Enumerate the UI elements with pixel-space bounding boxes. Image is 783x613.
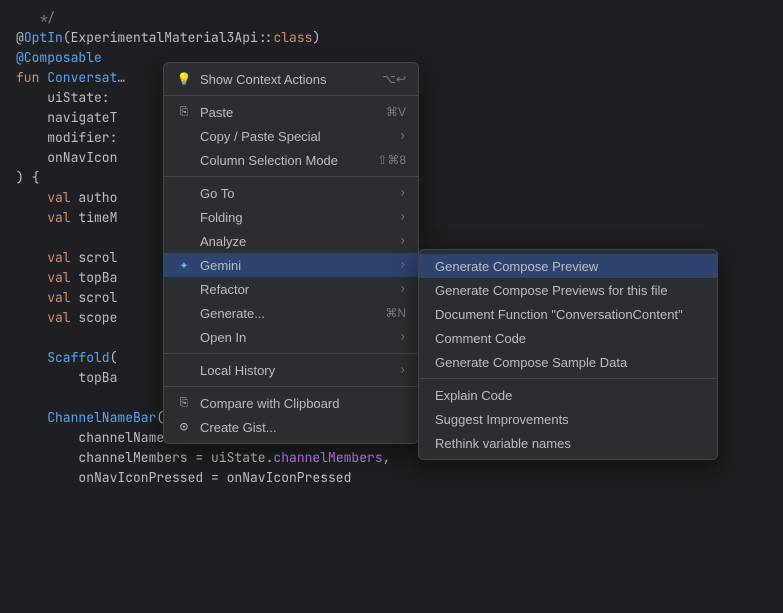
- submenu-arrow-analyze: ›: [399, 234, 406, 248]
- code-line: @OptIn(ExperimentalMaterial3Api::class): [0, 28, 783, 48]
- shortcut-show-context-actions: ⌥↩: [382, 72, 406, 86]
- submenu-label-generate-compose-preview: Generate Compose Preview: [435, 259, 598, 274]
- submenu-arrow-open-in: ›: [399, 330, 406, 344]
- refactor-icon: [176, 281, 192, 297]
- code-line: onNavIconPressed = onNavIconPressed: [0, 468, 783, 488]
- menu-item-paste[interactable]: ⎘ Paste ⌘V: [164, 100, 418, 124]
- submenu-label-document-function: Document Function "ConversationContent": [435, 307, 683, 322]
- shortcut-column-selection: ⇧⌘8: [377, 153, 406, 167]
- submenu-arrow-folding: ›: [399, 210, 406, 224]
- menu-label-local-history: Local History: [200, 363, 275, 378]
- submenu-item-generate-compose-previews-file[interactable]: Generate Compose Previews for this file: [419, 278, 717, 302]
- menu-label-copy-paste-special: Copy / Paste Special: [200, 129, 321, 144]
- menu-label-compare-clipboard: Compare with Clipboard: [200, 396, 339, 411]
- menu-label-show-context-actions: Show Context Actions: [200, 72, 326, 87]
- folding-icon: [176, 209, 192, 225]
- menu-separator-4: [164, 386, 418, 387]
- lightbulb-icon: 💡: [176, 71, 192, 87]
- menu-label-create-gist: Create Gist...: [200, 420, 277, 435]
- gemini-submenu: Generate Compose Preview Generate Compos…: [418, 249, 718, 460]
- menu-label-folding: Folding: [200, 210, 243, 225]
- menu-separator-3: [164, 353, 418, 354]
- submenu-item-comment-code[interactable]: Comment Code: [419, 326, 717, 350]
- submenu-item-generate-compose-sample[interactable]: Generate Compose Sample Data: [419, 350, 717, 374]
- menu-item-gemini[interactable]: ✦ Gemini › Generate Compose Preview Gene…: [164, 253, 418, 277]
- submenu-label-generate-compose-previews-file: Generate Compose Previews for this file: [435, 283, 668, 298]
- menu-label-open-in: Open In: [200, 330, 246, 345]
- shortcut-generate: ⌘N: [385, 306, 406, 320]
- submenu-arrow: ›: [399, 129, 406, 143]
- menu-label-analyze: Analyze: [200, 234, 246, 249]
- gemini-icon: ✦: [176, 257, 192, 273]
- menu-label-paste: Paste: [200, 105, 233, 120]
- submenu-label-suggest-improvements: Suggest Improvements: [435, 412, 569, 427]
- menu-item-create-gist[interactable]: ⊙ Create Gist...: [164, 415, 418, 439]
- context-menu: 💡 Show Context Actions ⌥↩ ⎘ Paste ⌘V Cop…: [163, 62, 419, 444]
- gist-icon: ⊙: [176, 419, 192, 435]
- submenu-item-suggest-improvements[interactable]: Suggest Improvements: [419, 407, 717, 431]
- code-line: */: [0, 8, 783, 28]
- compare-icon: ⎘: [176, 395, 192, 411]
- menu-item-folding[interactable]: Folding ›: [164, 205, 418, 229]
- paste-icon: ⎘: [176, 104, 192, 120]
- generate-icon: [176, 305, 192, 321]
- menu-item-copy-paste-special[interactable]: Copy / Paste Special ›: [164, 124, 418, 148]
- menu-item-refactor[interactable]: Refactor ›: [164, 277, 418, 301]
- submenu-item-generate-compose-preview[interactable]: Generate Compose Preview: [419, 254, 717, 278]
- menu-item-generate[interactable]: Generate... ⌘N: [164, 301, 418, 325]
- menu-label-gemini: Gemini: [200, 258, 241, 273]
- column-icon: [176, 152, 192, 168]
- submenu-arrow-refactor: ›: [399, 282, 406, 296]
- menu-item-local-history[interactable]: Local History ›: [164, 358, 418, 382]
- open-icon: [176, 329, 192, 345]
- goto-icon: [176, 185, 192, 201]
- menu-label-column-selection: Column Selection Mode: [200, 153, 338, 168]
- submenu-arrow-goto: ›: [399, 186, 406, 200]
- submenu-label-generate-compose-sample: Generate Compose Sample Data: [435, 355, 627, 370]
- menu-separator: [164, 95, 418, 96]
- submenu-item-document-function[interactable]: Document Function "ConversationContent": [419, 302, 717, 326]
- history-icon: [176, 362, 192, 378]
- submenu-arrow-gemini: ›: [399, 258, 406, 272]
- submenu-label-comment-code: Comment Code: [435, 331, 526, 346]
- menu-item-compare-clipboard[interactable]: ⎘ Compare with Clipboard: [164, 391, 418, 415]
- submenu-label-rethink-variable-names: Rethink variable names: [435, 436, 571, 451]
- menu-item-goto[interactable]: Go To ›: [164, 181, 418, 205]
- menu-item-analyze[interactable]: Analyze ›: [164, 229, 418, 253]
- menu-label-goto: Go To: [200, 186, 234, 201]
- menu-label-refactor: Refactor: [200, 282, 249, 297]
- submenu-item-explain-code[interactable]: Explain Code: [419, 383, 717, 407]
- submenu-label-explain-code: Explain Code: [435, 388, 512, 403]
- menu-item-column-selection[interactable]: Column Selection Mode ⇧⌘8: [164, 148, 418, 172]
- submenu-separator: [419, 378, 717, 379]
- shortcut-paste: ⌘V: [386, 105, 406, 119]
- menu-item-show-context-actions[interactable]: 💡 Show Context Actions ⌥↩: [164, 67, 418, 91]
- copy-icon: [176, 128, 192, 144]
- submenu-arrow-local-history: ›: [399, 363, 406, 377]
- analyze-icon: [176, 233, 192, 249]
- submenu-item-rethink-variable-names[interactable]: Rethink variable names: [419, 431, 717, 455]
- menu-separator-2: [164, 176, 418, 177]
- menu-label-generate: Generate...: [200, 306, 265, 321]
- menu-item-open-in[interactable]: Open In ›: [164, 325, 418, 349]
